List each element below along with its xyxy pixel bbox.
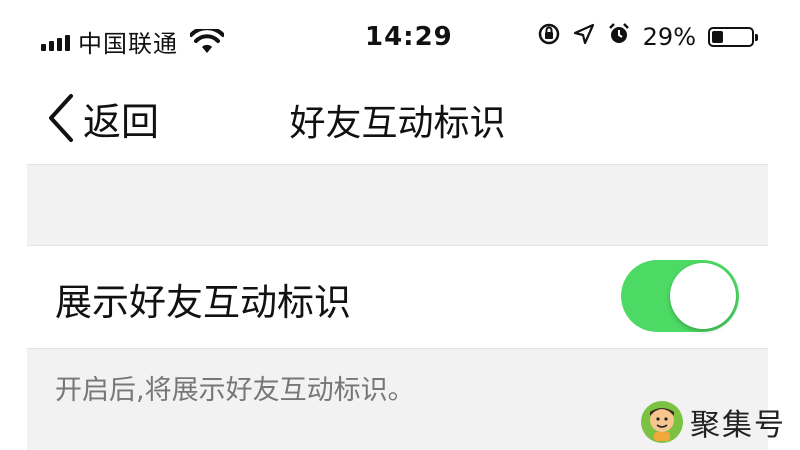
- setting-label: 展示好友互动标识: [55, 281, 351, 324]
- watermark: 聚集号: [640, 400, 786, 444]
- watermark-text: 聚集号: [690, 408, 786, 443]
- setting-footnote: 开启后,将展示好友互动标识。: [55, 375, 415, 406]
- signal-bars-icon: [41, 33, 70, 51]
- status-left: 中国联通: [41, 24, 224, 59]
- phone-screen: 中国联通 14:29 29% 返回 好友互动标识 展示好友互动标识 开启后,将展…: [27, 0, 768, 450]
- watermark-logo-icon: [641, 401, 683, 443]
- battery-percent: 29%: [642, 22, 696, 51]
- navigation-bar: 返回 好友互动标识: [27, 78, 768, 165]
- toggle-knob: [670, 263, 736, 329]
- rotation-lock-icon: [537, 22, 561, 51]
- page-title: 好友互动标识: [289, 103, 506, 144]
- setting-row-show-interaction-badge: 展示好友互动标识: [27, 245, 768, 349]
- status-right: 29%: [537, 22, 758, 51]
- location-arrow-icon: [573, 23, 595, 50]
- wifi-icon: [190, 28, 224, 53]
- carrier-name: 中国联通: [78, 30, 178, 58]
- show-interaction-badge-toggle[interactable]: [621, 260, 739, 332]
- status-time: 14:29: [365, 22, 453, 52]
- battery-fill: [712, 30, 723, 43]
- alarm-icon: [607, 22, 631, 51]
- status-bar: 中国联通 14:29 29%: [27, 0, 768, 78]
- battery-icon: [708, 26, 758, 47]
